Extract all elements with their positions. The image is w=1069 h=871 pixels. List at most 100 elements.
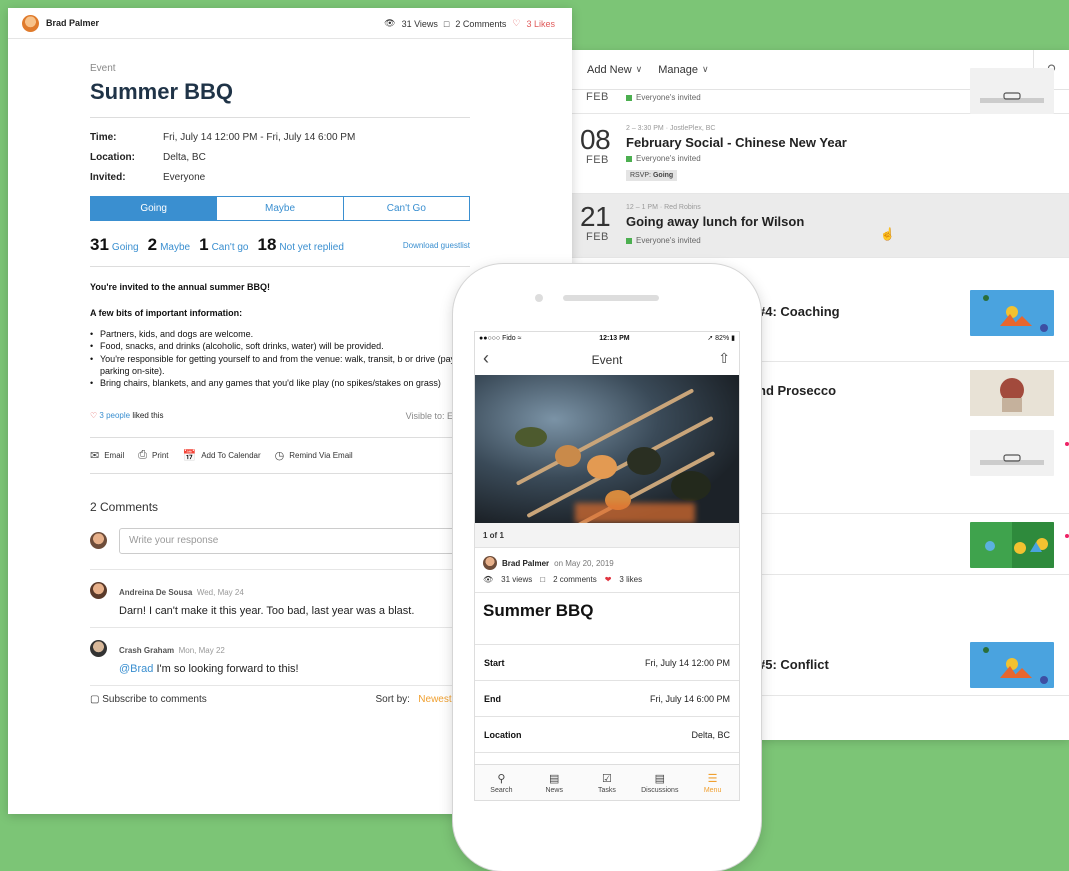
maybe-button[interactable]: Maybe: [217, 197, 344, 220]
going-count: 31: [90, 235, 109, 254]
comment-text: I'm so looking forward to this!: [153, 662, 299, 675]
add-to-calendar-action[interactable]: 📅 Add To Calendar: [183, 449, 261, 462]
list-item[interactable]: 21 FEB 12 – 1 PM · Red Robins Going away…: [560, 194, 1069, 258]
comment-input[interactable]: Write your response: [119, 527, 470, 554]
share-icon[interactable]: ⇧: [718, 350, 730, 367]
sort-newest-option[interactable]: Newest: [418, 694, 451, 705]
mention-link[interactable]: @Brad: [119, 663, 153, 675]
comments-count[interactable]: 2 Comments: [455, 19, 506, 29]
list-item: Food, snacks, and drinks (alcoholic, sof…: [90, 340, 470, 352]
page-title: Summer BBQ: [90, 79, 234, 104]
intro-text: You're invited to the annual summer BBQ!: [90, 282, 270, 292]
image-counter: 1 of 1: [475, 523, 739, 548]
event-invited: Everyone's invited: [626, 93, 701, 102]
event-title[interactable]: Going away lunch for Wilson: [626, 214, 804, 229]
heart-icon[interactable]: ♡: [90, 411, 97, 420]
heart-icon: ♡: [512, 18, 521, 28]
carrier-label: ●●○○○ Fido ≈: [479, 335, 522, 342]
comment-date: Wed, May 24: [196, 587, 244, 597]
maybe-count-link[interactable]: Maybe: [160, 242, 190, 253]
comment-author[interactable]: Andreina De Sousa: [119, 588, 192, 597]
print-action[interactable]: ⎙ Print: [138, 449, 168, 462]
phone-author-block: Brad Palmer on May 20, 2019 👁 31 views □ 2…: [475, 548, 739, 593]
phone-comments[interactable]: 2 comments: [553, 575, 597, 584]
unread-dot: [1065, 534, 1069, 538]
start-label: Start: [484, 657, 505, 668]
manage-menu[interactable]: Manage ∨: [658, 64, 708, 76]
end-label: End: [484, 693, 501, 704]
views-count: 31 Views: [401, 18, 438, 29]
tab-tasks[interactable]: ☑ Tasks: [581, 765, 634, 800]
avatar[interactable]: [90, 581, 107, 599]
event-title[interactable]: #5: Conflict: [758, 657, 829, 672]
like-row: ♡ 3 people liked this Visible to: Every: [90, 411, 470, 437]
event-title[interactable]: #4: Coaching: [758, 304, 840, 319]
phone-author-name[interactable]: Brad Palmer: [502, 559, 549, 568]
menu-icon: ☰: [707, 772, 718, 785]
cant-go-count: 1: [199, 235, 209, 254]
list-item[interactable]: 08 FEB 2 – 3:30 PM · JostlePlex, BC Febr…: [560, 114, 1069, 194]
not-replied-count: 18: [257, 235, 277, 254]
back-chevron-icon[interactable]: ‹: [483, 348, 489, 369]
phone-detail-row: Start Fri, July 14 12:00 PM: [475, 645, 739, 681]
comment-footer: ▢ Subscribe to comments Sort by: Newest …: [90, 684, 470, 705]
heart-icon[interactable]: ❤: [605, 575, 612, 584]
phone-mockup: ●●○○○ Fido ≈ 12:13 PM ➚ 82% ▮ ‹ Event ⇧ …: [453, 264, 761, 871]
carrier-text: ●●○○○ Fido: [479, 334, 516, 342]
comment-author[interactable]: Crash Graham: [119, 646, 174, 655]
subscribe-checkbox[interactable]: ▢ Subscribe to comments: [90, 694, 207, 705]
end-value: Fri, July 14 6:00 PM: [649, 693, 730, 704]
tab-label: Search: [490, 786, 513, 794]
fire-glow: [575, 503, 695, 523]
tab-news[interactable]: ▤ News: [528, 765, 581, 800]
remind-label: Remind Via Email: [289, 450, 353, 460]
cant-go-button[interactable]: Can't Go: [344, 197, 469, 220]
divider: [90, 117, 470, 118]
phone-views: 31 views: [501, 575, 533, 584]
tab-discussions[interactable]: ▤ Discussions: [633, 765, 686, 800]
not-replied-link[interactable]: Not yet replied: [279, 242, 343, 253]
cant-go-count-link[interactable]: Can't go: [212, 242, 249, 253]
liked-people-link[interactable]: 3 people: [99, 411, 130, 420]
likes-count[interactable]: 3 Likes: [526, 19, 555, 29]
avatar: [90, 532, 107, 550]
food-shape: [627, 447, 661, 475]
sort-label: Sort by:: [375, 693, 410, 705]
event-meta: 2 – 3:30 PM · JostlePlex, BC: [626, 125, 716, 132]
event-title[interactable]: February Social - Chinese New Year: [626, 135, 847, 150]
event-invited: Everyone's invited: [626, 154, 701, 163]
envelope-icon: ✉: [90, 449, 100, 462]
email-action[interactable]: ✉ Email: [90, 449, 124, 462]
avatar[interactable]: [90, 639, 107, 657]
remind-via-email-action[interactable]: ◷ Remind Via Email: [275, 449, 353, 462]
tab-search[interactable]: ⚲ Search: [475, 765, 528, 800]
chevron-down-icon: ∨: [635, 64, 643, 74]
going-button[interactable]: Going: [91, 197, 218, 220]
event-body: Event Summer BBQ Time: Fri, July 14 12:0…: [90, 63, 470, 705]
rsvp-tag-value: Going: [652, 172, 674, 179]
info-list: Partners, kids, and dogs are welcome. Fo…: [90, 328, 470, 389]
add-new-menu[interactable]: Add New ∨: [587, 64, 642, 76]
comment-icon: □: [443, 18, 450, 29]
download-guestlist-link[interactable]: Download guestlist: [403, 241, 470, 250]
author-line: Brad Palmer on May 20, 2019: [483, 556, 731, 570]
event-title[interactable]: nd Prosecco: [758, 383, 836, 398]
list-item[interactable]: FEB Everyone's invited: [560, 68, 1069, 114]
food-shape: [671, 471, 711, 501]
tab-menu[interactable]: ☰ Menu: [686, 765, 739, 800]
author-name[interactable]: Brad Palmer: [46, 18, 99, 28]
add-to-calendar-label: Add To Calendar: [201, 450, 261, 460]
event-header: Brad Palmer 👁 31 Views □ 2 Comments ♡ 3 Lik…: [8, 8, 572, 39]
status-time: 12:13 PM: [599, 334, 630, 342]
avatar[interactable]: [22, 14, 39, 32]
event-description: You're invited to the annual summer BBQ!…: [90, 281, 470, 389]
phone-likes[interactable]: 3 likes: [619, 575, 642, 584]
comment-icon: □: [540, 575, 546, 584]
location-icon: ➚: [707, 335, 714, 342]
eye-icon: 👁: [483, 575, 494, 584]
chevron-down-icon: ∨: [702, 64, 709, 74]
phone-detail-row: Location Delta, BC: [475, 717, 739, 753]
event-month: FEB: [586, 154, 609, 166]
going-count-link[interactable]: Going: [112, 242, 139, 253]
avatar[interactable]: [483, 556, 497, 570]
